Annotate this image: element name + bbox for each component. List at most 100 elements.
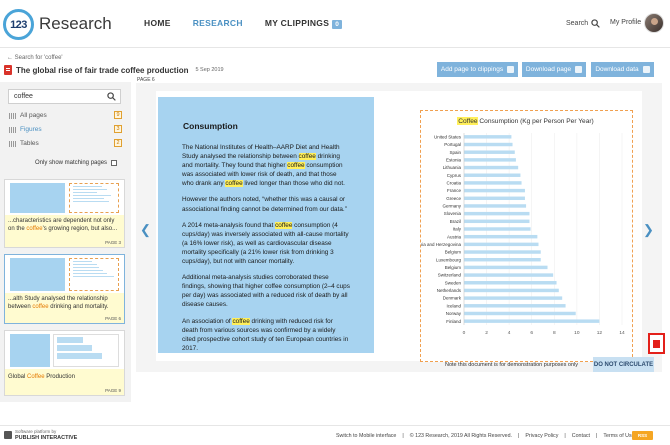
- search-highlight: coffee: [275, 221, 293, 229]
- chart-category-label: Finland: [446, 319, 461, 324]
- nav-home[interactable]: HOME: [144, 18, 171, 29]
- header-search-link[interactable]: Search: [566, 19, 600, 28]
- chart-category-label: Bosnia and Herzegovina: [421, 242, 461, 247]
- chart-bar: [464, 150, 515, 154]
- chart-bar: [464, 304, 566, 308]
- chart-bar: [464, 281, 557, 285]
- search-highlight: coffee: [232, 317, 250, 325]
- article-paragraph: A 2014 meta-analysis found that coffee c…: [182, 221, 350, 266]
- chart-x-tick-label: 12: [597, 330, 603, 336]
- prev-page-arrow[interactable]: ❮: [140, 222, 151, 238]
- page-viewer: ❮ ❯ Consumption The National Institutes …: [136, 83, 662, 372]
- filter-figures[interactable]: Figures 3: [9, 124, 122, 135]
- article-paragraph: An association of coffee drinking with r…: [182, 317, 350, 353]
- nav-my-clippings[interactable]: MY CLIPPINGS 0: [265, 18, 343, 29]
- chart-bar: [464, 257, 541, 262]
- page-thumbnail[interactable]: ...characteristics are dependent not onl…: [4, 179, 125, 248]
- chart-bar: [464, 242, 539, 247]
- chart-x-tick-label: 14: [619, 330, 625, 336]
- page-search-input[interactable]: coffee: [8, 89, 121, 104]
- chart-bar: [464, 142, 513, 147]
- snippet-text: 's growing region, but also...: [42, 226, 118, 233]
- page-thumbnail-selected[interactable]: ...alth Study analysed the relationship …: [4, 254, 125, 324]
- privacy-policy-link[interactable]: Privacy Policy: [525, 433, 558, 439]
- chart-x-tick-label: 8: [553, 330, 556, 336]
- only-matching-label: Only show matching pages: [35, 160, 108, 166]
- separator: |: [564, 433, 566, 439]
- contact-link[interactable]: Contact: [572, 433, 590, 439]
- download-page-button[interactable]: Download page: [522, 62, 586, 77]
- avatar[interactable]: [644, 13, 664, 33]
- chart-bar: [464, 204, 527, 208]
- snippet-highlight: coffee: [32, 304, 49, 311]
- pdf-glyph: [653, 339, 660, 348]
- article-paragraph: However the authors noted, “whether this…: [182, 196, 347, 213]
- clipping-icon: [507, 66, 515, 73]
- filter-all-pages-label: All pages: [20, 112, 47, 119]
- text: A 2014 meta-analysis found that: [182, 221, 276, 229]
- filter-tables[interactable]: Tables 2: [9, 138, 122, 149]
- chart-category-label: Croatia: [446, 181, 461, 186]
- terms-link[interactable]: Terms of Use: [603, 433, 634, 439]
- text: lived longer than those who did not.: [242, 180, 345, 188]
- chart-bar: [464, 273, 554, 277]
- mobile-interface-link[interactable]: Switch to Mobile interface: [336, 433, 396, 439]
- add-page-to-clippings-button[interactable]: Add page to clippings: [437, 62, 518, 77]
- logo-text[interactable]: Research: [39, 14, 112, 34]
- chart-bar: [464, 219, 530, 224]
- chart-bar: [464, 234, 538, 239]
- logo-mark[interactable]: 123: [3, 9, 34, 40]
- chart-category-label: Belgium: [445, 250, 462, 255]
- download-page-label: Download page: [525, 66, 572, 73]
- thumbnail-page-number: PAGE 9: [105, 388, 121, 393]
- logo-number: 123: [10, 18, 27, 31]
- figures-icon: [9, 126, 16, 133]
- filter-all-pages-count: 9: [114, 111, 122, 119]
- chart-category-label: Spain: [449, 150, 461, 155]
- snippet-text: drinking and mortality.: [48, 304, 109, 311]
- chart-category-label: France: [447, 188, 462, 193]
- back-to-search-link[interactable]: ← Search for 'coffee': [7, 55, 63, 61]
- filter-all-pages[interactable]: All pages 9: [9, 110, 122, 121]
- my-profile-link[interactable]: My Profile: [610, 19, 641, 26]
- search-icon[interactable]: [107, 92, 116, 101]
- chart-x-tick-label: 4: [508, 330, 511, 336]
- figure-chart[interactable]: Coffee Consumption (Kg per Person Per Ye…: [412, 110, 633, 362]
- chart-category-label: Iceland: [446, 303, 461, 308]
- chart-bar: [464, 188, 525, 193]
- chart-bar: [464, 296, 563, 300]
- chart-category-label: Estonia: [446, 157, 462, 162]
- snippet-highlight: coffee: [26, 226, 43, 233]
- rss-button[interactable]: RSS: [632, 431, 653, 440]
- chart-category-label: Slovenia: [444, 211, 462, 216]
- search-highlight: coffee: [225, 180, 243, 188]
- chart-title: Coffee Consumption (Kg per Person Per Ye…: [458, 118, 594, 125]
- chart-category-label: Cyprus: [447, 173, 462, 178]
- chart-bar: [464, 265, 548, 270]
- page-thumbnail[interactable]: Global Coffee Production PAGE 9: [4, 330, 125, 396]
- snippet-highlight: Coffee: [27, 374, 45, 380]
- footer-links: Switch to Mobile interface | © 123 Resea…: [336, 433, 635, 439]
- thumbnail-text-block: [10, 334, 50, 367]
- pdf-view-toggle-icon[interactable]: [648, 333, 665, 354]
- chart-category-label: Germany: [442, 204, 461, 209]
- download-data-button[interactable]: Download data: [591, 62, 654, 77]
- only-matching-toggle[interactable]: Only show matching pages: [35, 160, 118, 166]
- nav-research[interactable]: RESEARCH: [193, 18, 243, 29]
- chart-category-label: Austria: [447, 234, 462, 239]
- app-footer: Software platform by PUBLISH INTERACTIVE …: [0, 425, 670, 445]
- platform-credit[interactable]: Software platform by PUBLISH INTERACTIVE: [4, 429, 77, 441]
- article-paragraph: Additional meta-analysis studies corrobo…: [182, 274, 350, 309]
- spreadsheet-icon: [642, 66, 650, 73]
- thumbnail-text-block: [10, 183, 65, 213]
- only-matching-checkbox[interactable]: [111, 160, 118, 166]
- article-paragraph: The National Institutes of Health–AARP D…: [182, 143, 350, 188]
- chart-bar: [464, 135, 512, 139]
- tables-icon: [9, 140, 16, 147]
- chart-x-tick-label: 2: [485, 330, 488, 336]
- chart-category-label: Luxembourg: [436, 257, 462, 262]
- separator: |: [402, 433, 404, 439]
- platform-small: Software platform by: [15, 429, 57, 434]
- chart-x-tick-label: 10: [574, 330, 580, 336]
- next-page-arrow[interactable]: ❯: [643, 222, 654, 238]
